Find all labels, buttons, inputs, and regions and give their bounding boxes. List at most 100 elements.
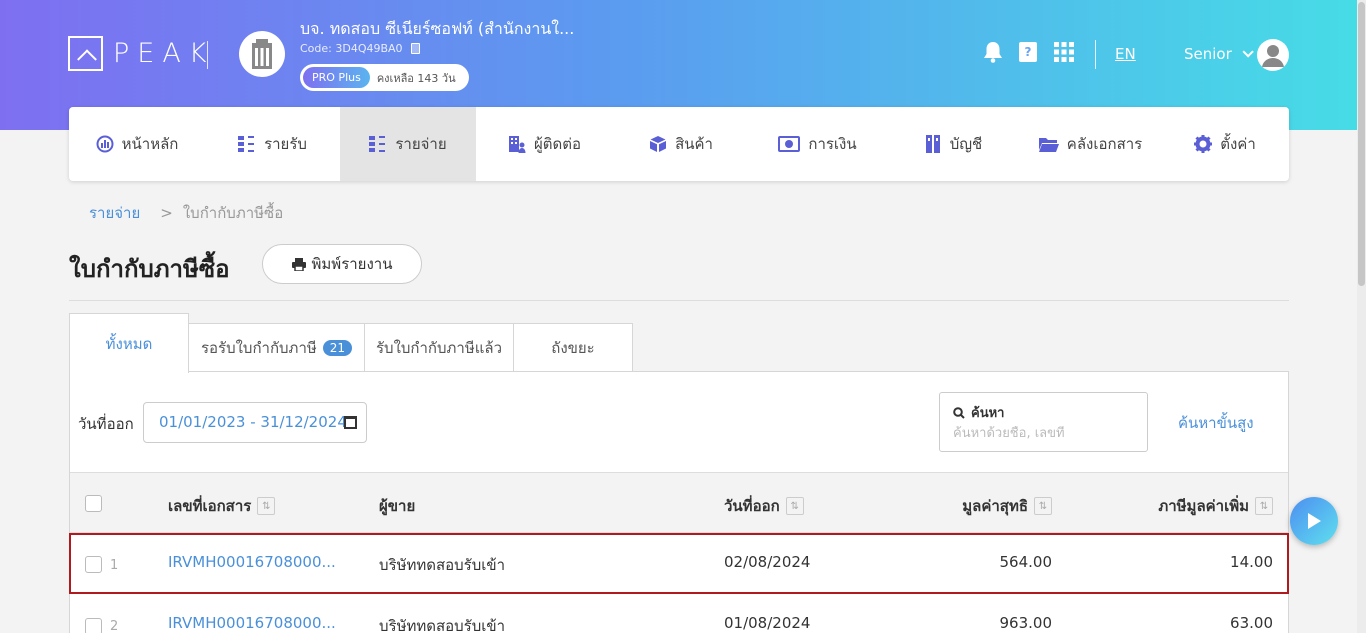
tab-label: ถังขยะ <box>551 338 595 357</box>
breadcrumb: รายจ่าย > ใบกำกับภาษีซื้อ <box>89 201 283 225</box>
logo-text: PEAK <box>113 38 215 69</box>
row-number: 2 <box>110 619 119 633</box>
page-title: ใบกำกับภาษีซื้อ <box>69 255 230 283</box>
main-nav: หน้าหลัก รายรับ รายจ่าย ผู้ติดต่อ สินค้า… <box>69 107 1289 181</box>
plan-remaining: คงเหลือ 143 วัน <box>376 71 456 85</box>
company-code: Code: 3D4Q49BA0 <box>300 42 420 55</box>
nav-item-income[interactable]: รายรับ <box>205 107 340 181</box>
tab-trash[interactable]: ถังขยะ <box>513 323 633 372</box>
plan-badge[interactable]: PRO Plus คงเหลือ 143 วัน <box>300 64 469 91</box>
sort-icon[interactable]: ⇅ <box>1034 497 1052 515</box>
ledger-icon <box>924 135 942 153</box>
search-input[interactable] <box>953 426 1133 441</box>
row-checkbox[interactable] <box>85 618 102 633</box>
contacts-icon <box>508 135 526 153</box>
money-icon <box>778 135 801 153</box>
column-vat[interactable]: ภาษีมูลค่าเพิ่ม ⇅ <box>1158 494 1273 518</box>
logo-mark-icon <box>68 36 103 71</box>
vat-amount: 14.00 <box>1230 553 1273 571</box>
sort-icon[interactable]: ⇅ <box>1255 497 1273 515</box>
nav-label: รายจ่าย <box>395 135 447 153</box>
nav-item-settings[interactable]: ตั้งค่า <box>1161 107 1289 181</box>
column-label: ภาษีมูลค่าเพิ่ม <box>1158 497 1249 515</box>
copy-icon[interactable] <box>410 43 420 54</box>
user-menu[interactable]: Senior <box>1184 45 1254 63</box>
tab-pending[interactable]: รอรับใบกำกับภาษี 21 <box>188 323 365 372</box>
page-scrollbar[interactable] <box>1357 0 1366 633</box>
header-separator <box>1095 40 1096 69</box>
svg-text:?: ? <box>1025 45 1032 59</box>
nav-label: ตั้งค่า <box>1220 135 1256 153</box>
user-name: Senior <box>1184 45 1232 63</box>
search-box[interactable]: ค้นหา <box>939 392 1148 452</box>
nav-item-accounts[interactable]: บัญชี <box>886 107 1020 181</box>
doc-number-link[interactable]: IRVMH00016708000... <box>168 614 336 632</box>
tab-label: รอรับใบกำกับภาษี <box>200 338 317 357</box>
bell-icon[interactable] <box>981 40 1005 64</box>
expense-list-icon <box>369 135 387 153</box>
plan-name: PRO Plus <box>303 67 370 88</box>
issue-date: 02/08/2024 <box>724 553 811 571</box>
help-book-icon[interactable]: ? <box>1016 40 1040 64</box>
company-code-text: Code: 3D4Q49BA0 <box>300 42 403 55</box>
nav-item-finance[interactable]: การเงิน <box>749 107 886 181</box>
net-amount: 963.00 <box>999 614 1053 632</box>
row-checkbox[interactable] <box>85 556 102 573</box>
select-all-checkbox[interactable] <box>85 495 102 512</box>
gear-icon <box>1194 135 1213 153</box>
nav-label: คลังเอกสาร <box>1066 135 1143 153</box>
row-number: 1 <box>110 558 119 573</box>
language-switch[interactable]: EN <box>1115 45 1136 63</box>
column-vendor: ผู้ขาย <box>379 494 415 518</box>
column-date[interactable]: วันที่ออก ⇅ <box>724 494 804 518</box>
user-avatar[interactable] <box>1257 39 1289 71</box>
nav-item-documents[interactable]: คลังเอกสาร <box>1020 107 1161 181</box>
nav-item-home[interactable]: หน้าหลัก <box>69 107 205 181</box>
column-label: วันที่ออก <box>724 497 780 515</box>
search-label: ค้นหา <box>971 406 1005 421</box>
peak-logo[interactable]: PEAK <box>68 36 215 71</box>
sort-icon[interactable]: ⇅ <box>257 497 276 515</box>
column-label: มูลค่าสุทธิ <box>962 497 1028 515</box>
printer-icon <box>291 257 306 271</box>
tab-all[interactable]: ทั้งหมด <box>69 313 189 373</box>
calendar-icon <box>344 416 357 429</box>
pending-count-badge: 21 <box>322 339 353 356</box>
sort-icon[interactable]: ⇅ <box>785 497 804 515</box>
print-report-label: พิมพ์รายงาน <box>311 255 393 273</box>
nav-label: ผู้ติดต่อ <box>533 135 582 153</box>
column-label: ผู้ขาย <box>379 497 416 515</box>
play-icon <box>1308 513 1321 529</box>
play-tutorial-button[interactable] <box>1290 497 1338 545</box>
company-name[interactable]: บจ. ทดสอบ ซีเนียร์ซอฟท์ (สำนักงานใ... <box>300 17 574 42</box>
issue-date: 01/08/2024 <box>724 614 811 632</box>
print-report-button[interactable]: พิมพ์รายงาน <box>262 244 422 284</box>
nav-label: การเงิน <box>808 135 857 153</box>
date-range-value: 01/01/2023 - 31/12/2024 <box>159 413 347 431</box>
column-net[interactable]: มูลค่าสุทธิ ⇅ <box>962 494 1052 518</box>
folder-icon <box>1038 135 1059 153</box>
nav-item-expense[interactable]: รายจ่าย <box>340 107 476 181</box>
company-building-icon[interactable] <box>239 31 285 77</box>
income-list-icon <box>238 135 256 153</box>
doc-number-link[interactable]: IRVMH00016708000... <box>168 553 336 571</box>
vat-amount: 63.00 <box>1230 614 1273 632</box>
nav-label: บัญชี <box>949 135 983 153</box>
nav-item-contacts[interactable]: ผู้ติดต่อ <box>476 107 613 181</box>
column-doc-no[interactable]: เลขที่เอกสาร ⇅ <box>168 494 276 518</box>
column-label: เลขที่เอกสาร <box>168 497 252 515</box>
date-range-input[interactable]: 01/01/2023 - 31/12/2024 <box>143 402 367 443</box>
vendor-name: บริษัททดสอบรับเข้า <box>379 556 506 574</box>
nav-item-products[interactable]: สินค้า <box>613 107 749 181</box>
nav-label: สินค้า <box>675 135 713 153</box>
nav-label: รายรับ <box>264 135 307 153</box>
advanced-search-link[interactable]: ค้นหาขั้นสูง <box>1178 411 1254 435</box>
box-icon <box>649 135 667 153</box>
breadcrumb-parent[interactable]: รายจ่าย <box>89 204 140 222</box>
search-icon <box>953 406 965 419</box>
nav-label: หน้าหลัก <box>121 135 179 153</box>
tab-label: รับใบกำกับภาษีแล้ว <box>375 338 502 357</box>
scrollbar-thumb[interactable] <box>1358 2 1365 286</box>
apps-grid-icon[interactable] <box>1052 40 1076 64</box>
tab-received[interactable]: รับใบกำกับภาษีแล้ว <box>364 323 514 372</box>
